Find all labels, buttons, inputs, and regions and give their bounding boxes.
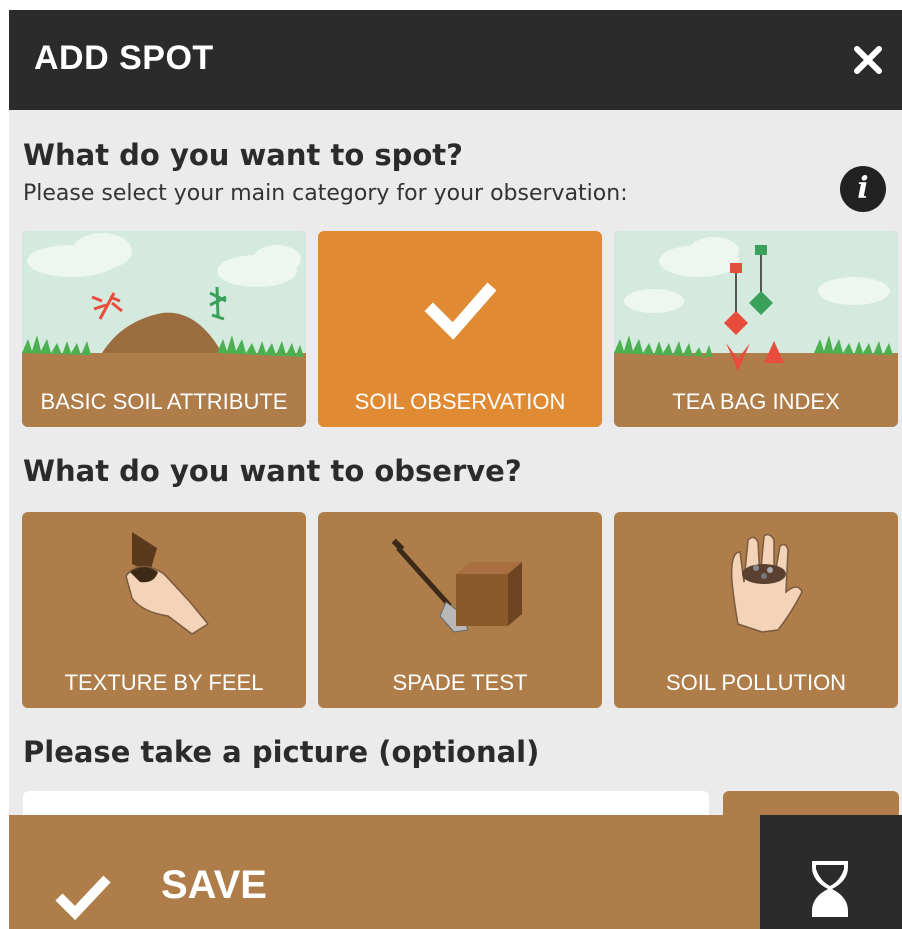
category-heading: What do you want to spot? <box>23 138 463 172</box>
category-card-basic-soil-attribute[interactable]: BASIC SOIL ATTRIBUTE <box>22 231 306 427</box>
category-subheading: Please select your main category for you… <box>23 181 628 206</box>
add-spot-dialog: ADD SPOT What do you want to spot? Pleas… <box>9 10 902 929</box>
observe-card-soil-pollution[interactable]: SOIL POLLUTION <box>614 512 898 708</box>
category-card-soil-observation[interactable]: SOIL OBSERVATION <box>318 231 602 427</box>
save-label: SAVE <box>161 863 267 907</box>
close-button[interactable] <box>848 40 888 80</box>
picture-heading: Please take a picture (optional) <box>23 735 540 769</box>
category-card-label: SOIL OBSERVATION <box>354 389 566 414</box>
dialog-title: ADD SPOT <box>34 39 214 77</box>
close-icon <box>854 46 882 74</box>
observe-card-label: SPADE TEST <box>392 670 528 695</box>
category-card-tea-bag-index[interactable]: TEA BAG INDEX <box>614 231 898 427</box>
observe-card-label: SOIL POLLUTION <box>665 670 847 695</box>
save-button[interactable]: SAVE <box>9 815 760 929</box>
category-card-label: TEA BAG INDEX <box>672 389 840 414</box>
hourglass-icon <box>812 861 848 917</box>
checkmark-icon <box>55 875 111 921</box>
observe-card-spade-test[interactable]: SPADE TEST <box>318 512 602 708</box>
category-card-label: BASIC SOIL ATTRIBUTE <box>40 389 288 414</box>
info-icon[interactable]: i <box>840 166 886 212</box>
observe-card-label: TEXTURE BY FEEL <box>64 670 264 695</box>
observe-card-texture-by-feel[interactable]: TEXTURE BY FEEL <box>22 512 306 708</box>
footer-bar: SAVE <box>9 815 902 929</box>
save-draft-button[interactable] <box>760 815 902 929</box>
dialog-header: ADD SPOT <box>9 10 902 110</box>
observe-heading: What do you want to observe? <box>23 454 522 488</box>
